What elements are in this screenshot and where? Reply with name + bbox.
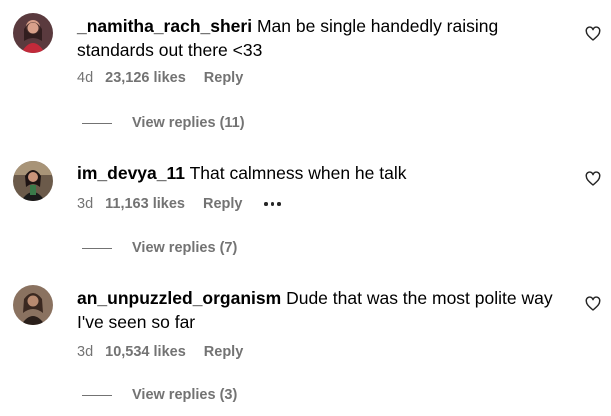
reply-button[interactable]: Reply: [204, 70, 244, 86]
view-replies-label: View replies (3): [132, 387, 238, 403]
comment-time: 4d: [77, 70, 94, 86]
comment-text: That calmness when he talk: [189, 163, 407, 183]
avatar[interactable]: [13, 285, 53, 325]
heart-icon[interactable]: [585, 296, 601, 312]
view-replies-label: View replies (7): [132, 240, 238, 256]
reply-button[interactable]: Reply: [204, 344, 244, 360]
comment-time: 3d: [77, 344, 94, 360]
divider-line: [82, 394, 112, 396]
divider-line: [82, 247, 112, 249]
view-replies-button[interactable]: View replies (7): [82, 238, 237, 258]
avatar[interactable]: [13, 13, 53, 53]
comment-body: _namitha_rach_sheri Man be single handed…: [77, 14, 572, 62]
comment-username[interactable]: im_devya_11: [77, 163, 185, 183]
comment-username[interactable]: an_unpuzzled_organism: [77, 288, 281, 308]
view-replies-button[interactable]: View replies (3): [82, 385, 237, 405]
comment-username[interactable]: _namitha_rach_sheri: [77, 16, 252, 36]
avatar[interactable]: [13, 161, 53, 201]
more-options-icon[interactable]: [264, 202, 281, 206]
comment-meta: 3d 10,534 likes Reply: [77, 342, 243, 362]
heart-icon[interactable]: [585, 171, 601, 187]
view-replies-button[interactable]: View replies (11): [82, 113, 245, 133]
comment-likes[interactable]: 23,126 likes: [105, 70, 186, 86]
comment-meta: 4d 23,126 likes Reply: [77, 68, 243, 88]
reply-button[interactable]: Reply: [203, 196, 243, 212]
comment-body: im_devya_11 That calmness when he talk: [77, 161, 572, 185]
comment-likes[interactable]: 11,163 likes: [105, 196, 185, 212]
comment-body: an_unpuzzled_organism Dude that was the …: [77, 286, 572, 334]
comment-likes[interactable]: 10,534 likes: [105, 344, 186, 360]
avatar-image-icon: [13, 161, 53, 201]
heart-icon[interactable]: [585, 26, 601, 42]
comment-meta: 3d 11,163 likes Reply: [77, 194, 281, 214]
divider-line: [82, 122, 112, 124]
view-replies-label: View replies (11): [132, 115, 245, 131]
comment-time: 3d: [77, 196, 94, 212]
avatar-image-icon: [13, 13, 53, 53]
avatar-image-icon: [13, 285, 53, 325]
